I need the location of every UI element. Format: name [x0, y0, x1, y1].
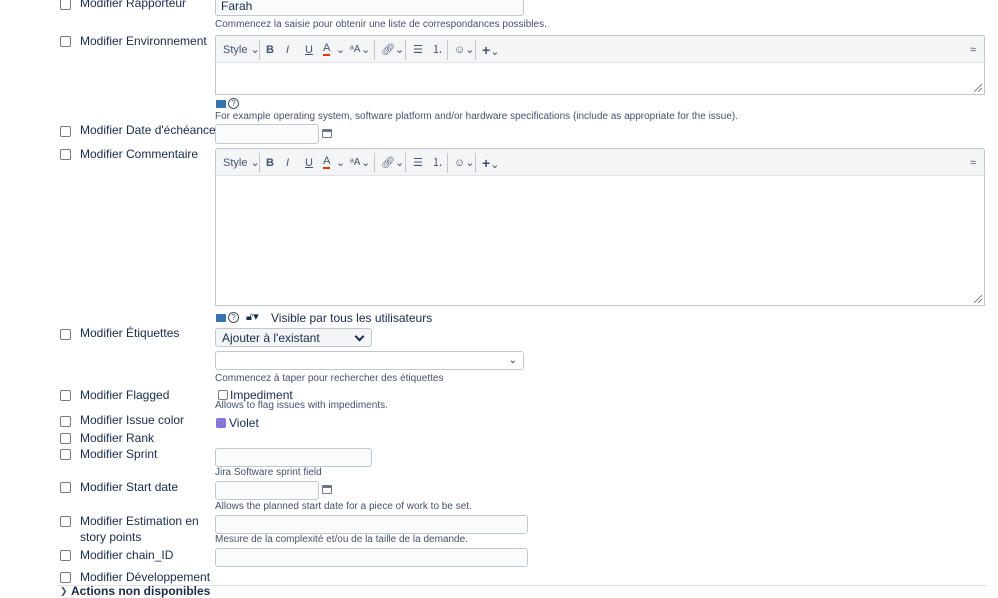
underline-button[interactable]: U [305, 41, 313, 59]
rank-label: Modifier Rank [80, 431, 155, 445]
text-color-button[interactable]: A [323, 41, 331, 56]
style-dropdown[interactable]: Style ⌄ [223, 154, 260, 172]
estimation-input[interactable] [215, 515, 528, 534]
resize-grip-icon[interactable] [974, 295, 982, 303]
rapporteur-input[interactable]: Farah [215, 0, 524, 16]
rapporteur-checkbox[interactable] [60, 0, 71, 10]
echeance-label: Modifier Date d'échéance [80, 123, 216, 137]
text-color-button[interactable]: A [323, 154, 331, 169]
font-size-button[interactable]: ᵃA [350, 41, 360, 59]
color-swatch[interactable] [216, 418, 226, 428]
emoji-icon[interactable]: ☺⌄ [454, 154, 474, 172]
start-date-checkbox[interactable] [60, 482, 71, 493]
environnement-label: Modifier Environnement [80, 34, 207, 48]
flagged-checkbox[interactable] [60, 390, 71, 401]
start-date-input[interactable] [215, 481, 319, 500]
help-icon[interactable]: ? [228, 312, 239, 323]
link-icon[interactable]: 🔗︎⌄ [381, 154, 404, 172]
developpement-checkbox[interactable] [60, 572, 71, 583]
issue-color-label: Modifier Issue color [80, 413, 185, 427]
bold-button[interactable]: B [266, 154, 274, 172]
visibility-text[interactable]: Visible par tous les utilisateurs [271, 311, 432, 325]
etiquettes-hint: Commencez à taper pour rechercher des ét… [215, 373, 444, 384]
text-color-chevron-icon[interactable]: ⌄ [336, 154, 345, 172]
numbered-list-icon[interactable]: ⒈ [432, 154, 443, 172]
actions-unavailable-toggle[interactable]: Actions non disponibles [71, 584, 210, 598]
collapse-icon[interactable]: ≈ [970, 154, 976, 172]
resize-grip-icon[interactable] [974, 84, 982, 92]
sprint-checkbox[interactable] [60, 449, 71, 460]
italic-button[interactable]: I [286, 41, 289, 59]
environnement-hint: For example operating system, software p… [215, 111, 739, 122]
chevron-down-icon [354, 331, 365, 342]
issue-color-value[interactable]: Violet [229, 416, 259, 430]
issue-color-checkbox[interactable] [60, 416, 71, 427]
chain-id-checkbox[interactable] [60, 550, 71, 561]
collapse-icon[interactable]: ≈ [970, 41, 976, 59]
estimation-label: Modifier Estimation en story points [80, 514, 199, 544]
etiquettes-checkbox[interactable] [60, 329, 71, 340]
font-size-chevron-icon[interactable]: ⌄ [361, 154, 370, 172]
wiki-markup-icon[interactable] [216, 100, 226, 108]
sprint-hint: Jira Software sprint field [215, 467, 322, 478]
rapporteur-hint: Commencez la saisie pour obtenir une lis… [215, 19, 547, 30]
etiquettes-label: Modifier Étiquettes [80, 326, 180, 340]
flagged-label: Modifier Flagged [80, 388, 170, 402]
commentaire-label: Modifier Commentaire [80, 147, 199, 161]
link-icon[interactable]: 🔗︎⌄ [381, 41, 404, 59]
insert-plus-button[interactable]: +⌄ [482, 154, 499, 172]
estimation-hint: Mesure de la complexité et/ou de la tail… [215, 534, 468, 545]
echeance-input[interactable] [215, 124, 319, 144]
italic-button[interactable]: I [286, 154, 289, 172]
commentaire-textarea[interactable] [215, 176, 985, 306]
environnement-toolbar: Style ⌄ B I U A ⌄ ᵃA ⌄ 🔗︎⌄ ☰ ⒈ ☺⌄ +⌄ ≈ [215, 35, 985, 63]
commentaire-checkbox[interactable] [60, 149, 71, 160]
emoji-icon[interactable]: ☺⌄ [454, 41, 474, 59]
environnement-textarea[interactable] [215, 63, 985, 95]
help-icon[interactable]: ? [228, 98, 239, 109]
developpement-label: Modifier Développement [80, 570, 211, 584]
start-date-hint: Allows the planned start date for a piec… [215, 501, 472, 512]
bullet-list-icon[interactable]: ☰ [413, 41, 423, 59]
chain-id-input[interactable] [215, 548, 528, 567]
sprint-label: Modifier Sprint [80, 447, 158, 461]
font-size-chevron-icon[interactable]: ⌄ [361, 41, 370, 59]
estimation-checkbox[interactable] [60, 516, 71, 527]
lock-icon[interactable]: 🔓︎▾ [246, 310, 259, 324]
chevron-down-icon: ⌄ [508, 355, 517, 366]
chevron-right-icon[interactable]: ❯ [60, 586, 68, 597]
sprint-input[interactable] [215, 448, 372, 467]
start-date-label: Modifier Start date [80, 480, 179, 494]
flagged-hint: Allows to flag issues with impediments. [215, 400, 388, 411]
numbered-list-icon[interactable]: ⒈ [432, 41, 443, 59]
commentaire-toolbar: Style ⌄ B I U A ⌄ ᵃA ⌄ 🔗︎⌄ ☰ ⒈ ☺⌄ +⌄ ≈ [215, 148, 985, 176]
rank-checkbox[interactable] [60, 433, 71, 444]
font-size-button[interactable]: ᵃA [350, 154, 360, 172]
style-dropdown[interactable]: Style ⌄ [223, 41, 260, 59]
bold-button[interactable]: B [266, 41, 274, 59]
wiki-markup-icon[interactable] [216, 314, 226, 322]
impediment-checkbox[interactable] [218, 390, 228, 400]
text-color-chevron-icon[interactable]: ⌄ [336, 41, 345, 59]
environnement-checkbox[interactable] [60, 36, 71, 47]
rapporteur-label: Modifier Rapporteur [80, 0, 187, 10]
calendar-icon[interactable] [322, 485, 332, 494]
underline-button[interactable]: U [305, 154, 313, 172]
insert-plus-button[interactable]: +⌄ [482, 41, 499, 59]
etiquettes-input[interactable]: ⌄ [215, 351, 524, 370]
bullet-list-icon[interactable]: ☰ [413, 154, 423, 172]
echeance-checkbox[interactable] [60, 126, 71, 137]
chain-id-label: Modifier chain_ID [80, 548, 174, 562]
etiquettes-mode-select[interactable]: Ajouter à l'existant [215, 328, 372, 347]
calendar-icon[interactable] [322, 129, 332, 138]
